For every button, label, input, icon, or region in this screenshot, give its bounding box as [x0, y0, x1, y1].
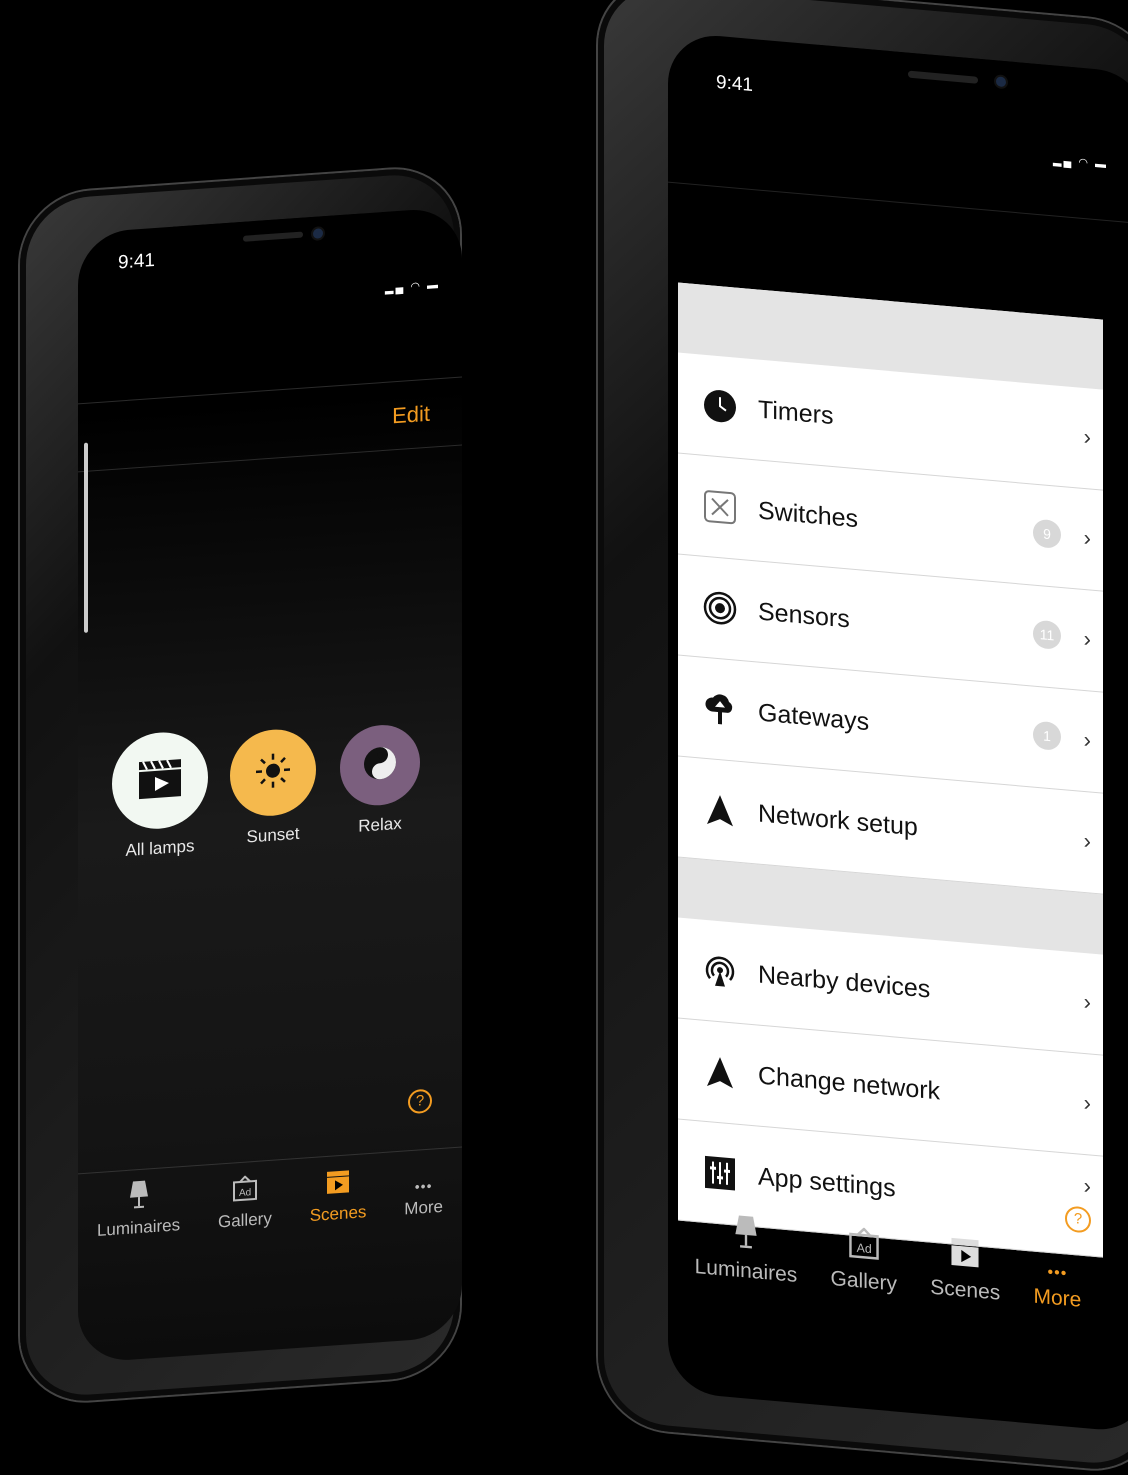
chevron-right-icon: › — [1084, 828, 1091, 855]
clapperboard-icon — [137, 756, 183, 804]
tab-label: Gallery — [831, 1267, 898, 1296]
tab-more[interactable]: ••• More — [404, 1177, 443, 1220]
tab-label: Gallery — [218, 1209, 272, 1232]
svg-text:Ad: Ad — [239, 1187, 251, 1199]
sliders-icon — [700, 1151, 740, 1194]
row-label: Nearby devices — [758, 960, 930, 1004]
right-screen: 9:41 ▂▄ ◠ ▬ Timers › Switches 9 › Sensor… — [668, 32, 1128, 1434]
left-phone: 9:41 ▂▄ ◠ ▬ Edit All lamps Sunset — [20, 165, 460, 1406]
gallery-icon: Ad — [831, 1225, 898, 1269]
count-badge: 9 — [1033, 519, 1061, 549]
camera — [313, 228, 323, 239]
row-label: Change network — [758, 1061, 940, 1106]
tab-label: Scenes — [930, 1276, 1000, 1305]
row-label: Gateways — [758, 698, 869, 737]
scene-label: All lamps — [112, 835, 208, 862]
divider — [78, 444, 462, 472]
notch — [173, 213, 363, 282]
gallery-icon: Ad — [218, 1174, 272, 1209]
row-label: Network setup — [758, 799, 918, 842]
tab-luminaires[interactable]: Luminaires — [695, 1209, 798, 1288]
sensor-icon — [700, 586, 740, 629]
scene-circle — [340, 722, 420, 808]
scene-all-lamps[interactable]: All lamps — [112, 729, 208, 862]
nearby-icon — [700, 949, 740, 992]
status-time: 9:41 — [716, 72, 753, 97]
tab-gallery[interactable]: Ad Gallery — [218, 1174, 272, 1233]
row-label: Sensors — [758, 597, 850, 634]
lamp-icon — [97, 1176, 180, 1217]
chevron-right-icon: › — [1084, 424, 1091, 451]
tab-label: Luminaires — [695, 1255, 798, 1287]
more-icon: ••• — [1034, 1263, 1082, 1285]
tab-gallery[interactable]: Ad Gallery — [831, 1225, 898, 1297]
scroll-indicator — [84, 443, 88, 633]
tab-scenes[interactable]: Scenes — [310, 1167, 367, 1226]
status-icons: ▂▄ ◠ ▬ — [1053, 153, 1108, 171]
scene-label: Sunset — [230, 823, 316, 849]
speaker — [243, 232, 303, 242]
tab-luminaires[interactable]: Luminaires — [97, 1176, 180, 1241]
network-icon — [700, 1050, 740, 1093]
status-icons: ▂▄ ◠ ▬ — [385, 278, 440, 295]
scene-label: Relax — [340, 812, 420, 838]
left-screen: 9:41 ▂▄ ◠ ▬ Edit All lamps Sunset — [78, 206, 462, 1363]
chevron-right-icon: › — [1084, 727, 1091, 754]
clock-icon — [700, 384, 740, 427]
scene-relax[interactable]: Relax — [340, 714, 420, 838]
tab-more[interactable]: ••• More — [1034, 1263, 1082, 1313]
divider — [78, 376, 462, 404]
camera — [996, 76, 1006, 87]
tab-label: Scenes — [310, 1202, 367, 1225]
edit-button[interactable]: Edit — [392, 401, 430, 430]
tab-label: More — [404, 1197, 443, 1219]
divider — [668, 182, 1128, 225]
scene-sunset[interactable]: Sunset — [230, 722, 316, 849]
right-phone: 9:41 ▂▄ ◠ ▬ Timers › Switches 9 › Sensor… — [598, 0, 1128, 1474]
chevron-right-icon: › — [1084, 989, 1091, 1016]
chevron-right-icon: › — [1084, 626, 1091, 653]
count-badge: 1 — [1033, 721, 1061, 751]
more-icon: ••• — [404, 1177, 443, 1196]
status-time: 9:41 — [118, 250, 155, 275]
gateway-icon — [700, 687, 740, 730]
help-button[interactable]: ? — [1065, 1205, 1091, 1233]
tab-label: Luminaires — [97, 1215, 180, 1240]
tab-scenes[interactable]: Scenes — [930, 1234, 1000, 1306]
lamp-icon — [695, 1209, 798, 1260]
chevron-right-icon: › — [1084, 1173, 1091, 1200]
scenes-icon — [310, 1167, 367, 1202]
scene-circle — [230, 727, 316, 819]
yin-yang-icon — [362, 743, 398, 787]
chevron-right-icon: › — [1084, 525, 1091, 552]
settings-list: Timers › Switches 9 › Sensors 11 › Gatew… — [678, 283, 1103, 1258]
notch — [818, 45, 1078, 134]
speaker — [908, 71, 978, 84]
row-label: Switches — [758, 496, 858, 534]
count-badge: 11 — [1033, 620, 1061, 650]
sun-icon — [253, 749, 293, 797]
switch-icon — [700, 485, 740, 528]
scenes-icon — [930, 1234, 1000, 1278]
network-icon — [700, 788, 740, 831]
chevron-right-icon: › — [1084, 1090, 1091, 1117]
scene-circle — [112, 729, 208, 832]
row-label: Timers — [758, 395, 833, 431]
row-label: App settings — [758, 1162, 896, 1203]
help-button[interactable]: ? — [408, 1089, 432, 1115]
tab-label: More — [1034, 1285, 1082, 1312]
svg-text:Ad: Ad — [856, 1241, 871, 1256]
